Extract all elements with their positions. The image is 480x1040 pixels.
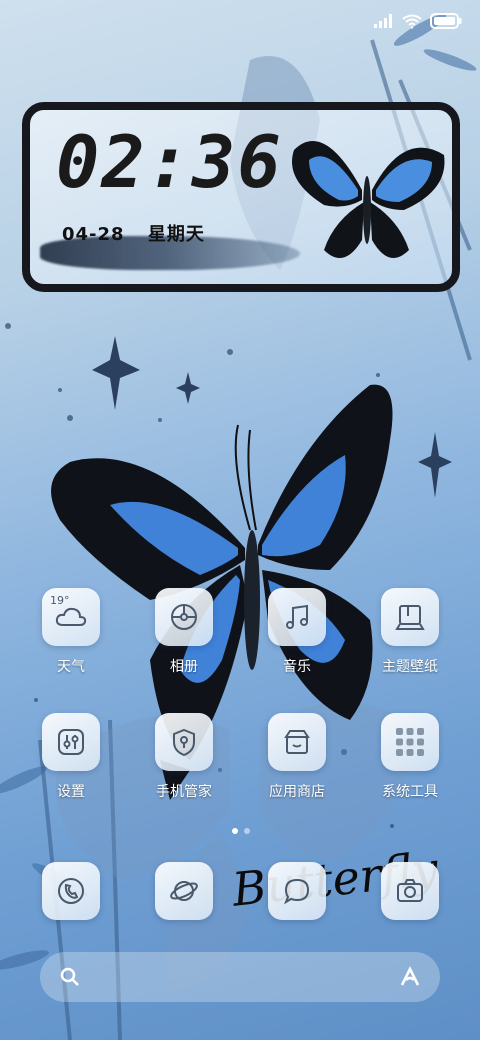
battery-icon [430,13,462,29]
clock-weekday: 星期天 [147,224,205,245]
search-bar[interactable] [40,952,440,1002]
music-icon [268,588,326,646]
security-icon [155,713,213,771]
app-label: 相册 [170,659,198,675]
clock-date: 04-28 [62,224,125,245]
dock-messages[interactable] [247,862,347,920]
dock-camera[interactable] [360,862,460,920]
page-dot-active [232,828,238,834]
browser-icon [155,862,213,920]
system-tools-icon [381,713,439,771]
dock-browser[interactable] [134,862,234,920]
clock-widget[interactable]: 02:36 04-28 星期天 [22,102,460,292]
app-store-icon [268,713,326,771]
app-label: 手机管家 [156,784,212,800]
settings-icon [42,713,100,771]
search-icon[interactable] [58,965,82,993]
weather-temperature: 19° [50,594,70,607]
clock-time: 02:36 [56,120,283,204]
phone-icon [42,862,100,920]
app-security[interactable]: 手机管家 [134,713,234,801]
app-store[interactable]: 应用商店 [247,713,347,801]
status-bar [374,10,462,32]
app-music[interactable]: 音乐 [247,588,347,676]
app-label: 应用商店 [269,784,325,800]
camera-icon [381,862,439,920]
gallery-icon [155,588,213,646]
app-weather[interactable]: 19° 天气 [21,588,121,676]
signal-icon [374,14,394,28]
clock-date-line: 04-28 星期天 [62,220,221,246]
dock-phone[interactable] [21,862,121,920]
assistant-icon[interactable] [398,965,422,993]
wifi-icon [402,14,422,29]
app-label: 主题壁纸 [382,659,438,675]
page-dot [244,828,250,834]
weather-icon: 19° [42,588,100,646]
theme-icon [381,588,439,646]
messages-icon [268,862,326,920]
app-label: 音乐 [283,659,311,675]
app-system-tools[interactable]: 系统工具 [360,713,460,801]
app-label: 设置 [57,784,85,800]
widget-butterfly-icon [292,141,445,258]
app-label: 天气 [57,659,85,675]
app-settings[interactable]: 设置 [21,713,121,801]
app-gallery[interactable]: 相册 [134,588,234,676]
app-label: 系统工具 [382,784,438,800]
page-indicator [232,828,250,834]
app-theme[interactable]: 主题壁纸 [360,588,460,676]
